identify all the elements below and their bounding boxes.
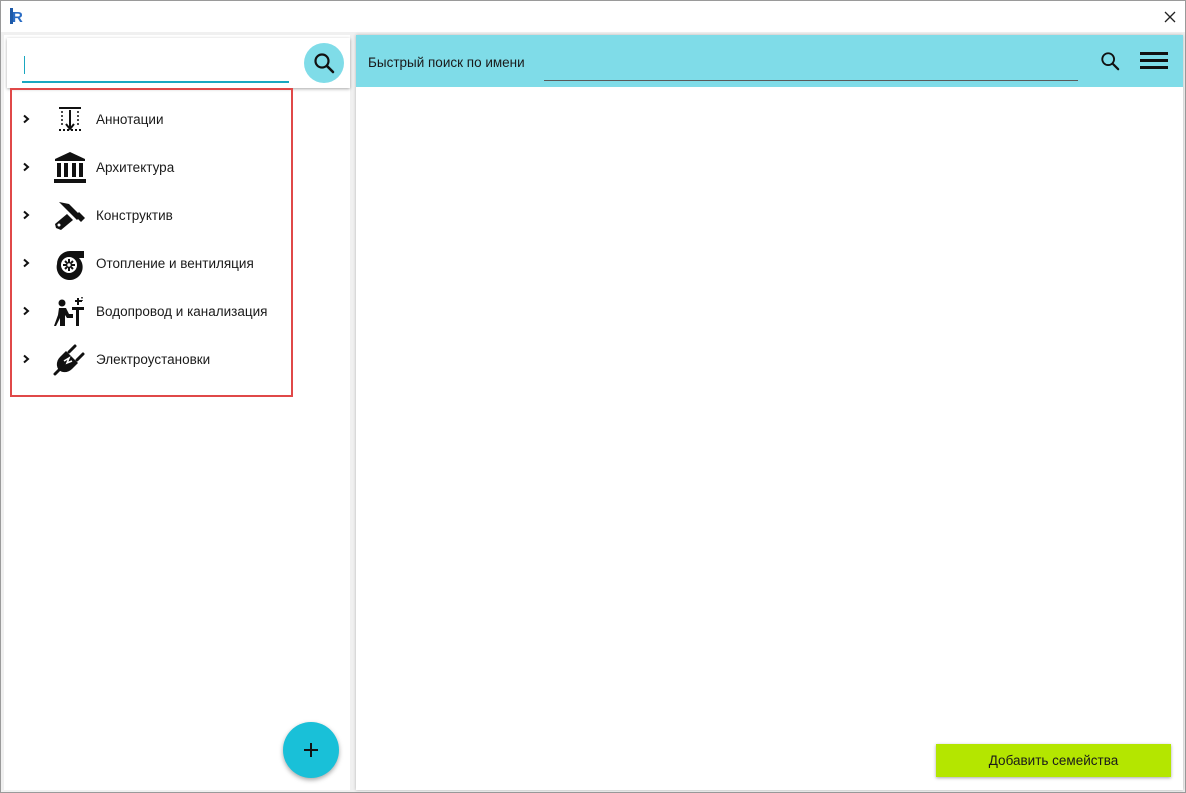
tree-item-electrical[interactable]: Электроустановки bbox=[12, 335, 291, 383]
category-panel: Аннотации Архитектура Конструктив Отопле… bbox=[4, 35, 350, 790]
title-bar: R bbox=[1, 1, 1185, 32]
plumbing-icon bbox=[54, 297, 84, 326]
chevron-right-icon[interactable] bbox=[21, 354, 31, 364]
tree-item-structure[interactable]: Конструктив bbox=[12, 191, 291, 239]
electric-plug-icon bbox=[53, 344, 85, 376]
quick-search-bar: Быстрый поиск по имени bbox=[356, 35, 1183, 87]
building-icon bbox=[54, 152, 86, 183]
tree-item-plumbing[interactable]: Водопровод и канализация bbox=[12, 287, 291, 335]
chevron-right-icon[interactable] bbox=[21, 306, 31, 316]
app-window: R Аннотации Архитектура Конструктив Отоп… bbox=[0, 0, 1186, 793]
annotation-icon bbox=[59, 107, 81, 131]
tree-item-label: Архитектура bbox=[96, 159, 175, 175]
category-search-bar bbox=[7, 38, 350, 88]
quick-search-input[interactable] bbox=[544, 49, 1078, 81]
quick-search-button[interactable] bbox=[1090, 41, 1130, 81]
hamburger-icon-bar bbox=[1140, 66, 1168, 69]
category-search-button[interactable] bbox=[304, 43, 344, 83]
tree-item-label: Аннотации bbox=[96, 111, 164, 127]
chevron-right-icon[interactable] bbox=[21, 114, 31, 124]
chevron-right-icon[interactable] bbox=[21, 210, 31, 220]
tree-item-label: Конструктив bbox=[96, 207, 173, 223]
revit-logo-icon: R bbox=[9, 7, 25, 25]
family-panel: Быстрый поиск по имени Добавить семейств… bbox=[356, 35, 1183, 790]
svg-text:R: R bbox=[12, 9, 23, 25]
chevron-right-icon[interactable] bbox=[21, 258, 31, 268]
tree-item-heating-ventilation[interactable]: Отопление и вентиляция bbox=[12, 239, 291, 287]
hamburger-icon-bar bbox=[1140, 59, 1168, 62]
tree-item-annotations[interactable]: Аннотации bbox=[12, 95, 291, 143]
search-icon bbox=[314, 53, 335, 74]
add-category-button[interactable] bbox=[283, 722, 339, 778]
tree-item-label: Водопровод и канализация bbox=[96, 303, 268, 319]
quick-search-label: Быстрый поиск по имени bbox=[368, 55, 525, 70]
category-tree: Аннотации Архитектура Конструктив Отопле… bbox=[10, 88, 293, 397]
hamburger-icon bbox=[1140, 52, 1168, 55]
tree-item-architecture[interactable]: Архитектура bbox=[12, 143, 291, 191]
menu-button[interactable] bbox=[1138, 47, 1170, 75]
search-icon bbox=[1101, 52, 1120, 71]
close-icon bbox=[1164, 11, 1176, 22]
close-window-button[interactable] bbox=[1155, 1, 1185, 32]
structure-tool-icon bbox=[55, 202, 85, 230]
category-search-input[interactable] bbox=[22, 51, 289, 83]
chevron-right-icon[interactable] bbox=[21, 162, 31, 172]
tree-item-label: Электроустановки bbox=[96, 351, 211, 367]
tree-item-label: Отопление и вентиляция bbox=[96, 255, 254, 271]
fan-icon bbox=[56, 251, 84, 280]
add-families-button[interactable]: Добавить семейства bbox=[936, 744, 1171, 777]
plus-icon bbox=[304, 743, 318, 757]
text-caret bbox=[24, 56, 25, 74]
